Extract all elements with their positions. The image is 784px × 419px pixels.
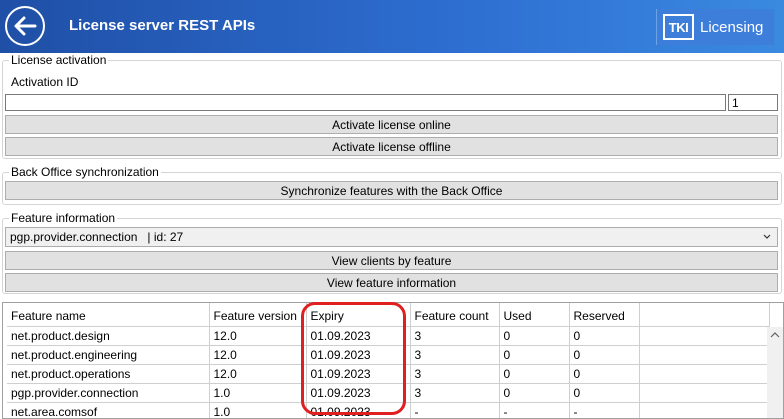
arrow-left-icon [14,16,37,36]
cell-feature-name: net.area.comsof [7,402,210,418]
cell-feature-name: net.product.design [7,326,210,346]
cell-used: 0 [499,383,570,403]
cell-feature-version: 1.0 [209,383,307,403]
cell-used: 0 [499,345,570,365]
back-button[interactable] [5,6,45,46]
cell-feature-count: 3 [410,345,500,365]
table-header-row: Feature name Feature version Expiry Feat… [7,303,770,327]
column-header-feature-version[interactable]: Feature version [209,303,307,327]
cell-empty [639,364,770,384]
table-row[interactable]: net.product.operations 12.0 01.09.2023 3… [7,364,770,384]
cell-feature-count: 3 [410,383,500,403]
cell-feature-count: 3 [410,326,500,346]
column-header-feature-name[interactable]: Feature name [7,303,210,327]
cell-reserved: 0 [569,345,640,365]
table-row[interactable]: pgp.provider.connection 1.0 01.09.2023 3… [7,383,770,403]
column-header-expiry[interactable]: Expiry [306,303,411,327]
cell-empty [639,345,770,365]
cell-used: - [499,402,570,418]
license-activation-legend: License activation [9,53,109,67]
brand-badge: TKI Licensing [656,9,774,45]
cell-feature-version: 12.0 [209,364,307,384]
activate-online-button[interactable]: Activate license online [5,115,778,134]
cell-feature-version: 12.0 [209,326,307,346]
cell-empty [639,383,770,403]
activation-id-input[interactable] [5,94,726,111]
cell-feature-count: 3 [410,364,500,384]
cell-feature-count: - [410,402,500,418]
feature-select[interactable]: pgp.provider.connection | id: 27 [5,227,778,247]
view-clients-button[interactable]: View clients by feature [5,251,778,270]
activation-count-input[interactable]: 1 [728,94,778,111]
column-header-feature-count[interactable]: Feature count [410,303,500,327]
cell-reserved: 0 [569,326,640,346]
page-title: License server REST APIs [69,17,256,34]
column-header-empty [639,303,770,327]
app-header: License server REST APIs TKI Licensing [0,0,784,53]
cell-expiry: 01.09.2023 [306,364,411,384]
cell-feature-version: 12.0 [209,345,307,365]
backoffice-legend: Back Office synchronization [9,165,161,179]
feature-info-legend: Feature information [9,211,118,225]
column-header-reserved[interactable]: Reserved [569,303,640,327]
cell-reserved: 0 [569,364,640,384]
cell-expiry: 01.09.2023 [306,402,411,418]
sync-features-button[interactable]: Synchronize features with the Back Offic… [5,181,778,200]
scroll-up-icon[interactable] [770,331,780,339]
table-row[interactable]: net.product.engineering 12.0 01.09.2023 … [7,345,770,365]
cell-empty [639,402,770,418]
brand-text: Licensing [700,18,764,36]
table-vertical-scrollbar[interactable] [767,327,783,418]
column-header-used[interactable]: Used [499,303,570,327]
features-table-body: Feature name Feature version Expiry Feat… [7,303,770,418]
table-row[interactable]: net.area.comsof 1.0 01.09.2023 - - - [7,402,770,418]
cell-expiry: 01.09.2023 [306,383,411,403]
cell-empty [639,326,770,346]
activate-offline-button[interactable]: Activate license offline [5,137,778,156]
activation-id-label: Activation ID [11,75,79,89]
cell-feature-name: pgp.provider.connection [7,383,210,403]
chevron-down-icon [763,234,771,239]
cell-feature-name: net.product.engineering [7,345,210,365]
brand-logo: TKI [663,14,694,40]
cell-expiry: 01.09.2023 [306,326,411,346]
cell-used: 0 [499,326,570,346]
cell-reserved: - [569,402,640,418]
cell-feature-name: net.product.operations [7,364,210,384]
feature-select-value: pgp.provider.connection | id: 27 [10,230,184,244]
cell-reserved: 0 [569,383,640,403]
cell-feature-version: 1.0 [209,402,307,418]
cell-expiry: 01.09.2023 [306,345,411,365]
cell-used: 0 [499,364,570,384]
table-row[interactable]: net.product.design 12.0 01.09.2023 3 0 0 [7,326,770,346]
features-table[interactable]: Feature name Feature version Expiry Feat… [2,302,784,419]
view-feature-info-button[interactable]: View feature information [5,273,778,292]
